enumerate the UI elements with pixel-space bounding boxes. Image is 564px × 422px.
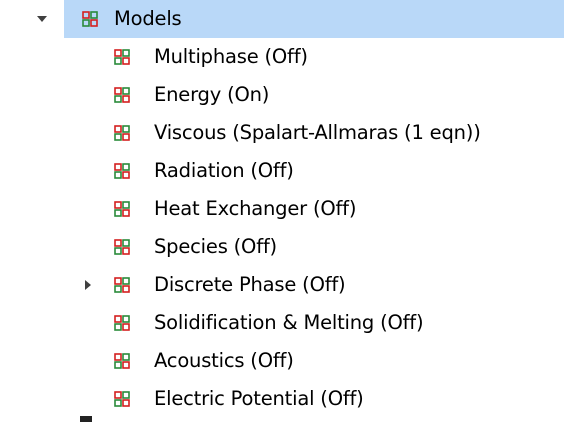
model-group-icon: [82, 11, 98, 27]
tree-item-label: Species (Off): [154, 235, 277, 258]
model-icon: [114, 391, 130, 407]
tree-item-label: Viscous (Spalart-Allmaras (1 eqn)): [154, 121, 481, 144]
tree-item-label: Discrete Phase (Off): [154, 273, 346, 296]
tree-item-label: Electric Potential (Off): [154, 387, 364, 410]
model-icon: [114, 239, 130, 255]
tree-item-acoustics[interactable]: Acoustics (Off): [110, 342, 564, 380]
model-icon: [114, 201, 130, 217]
tree-item-label: Radiation (Off): [154, 159, 294, 182]
model-icon: [114, 277, 130, 293]
model-icon: [114, 163, 130, 179]
model-icon: [114, 49, 130, 65]
tree-item-solidification-melting[interactable]: Solidification & Melting (Off): [110, 304, 564, 342]
tree-item-label: Solidification & Melting (Off): [154, 311, 424, 334]
tree-item-label: Heat Exchanger (Off): [154, 197, 357, 220]
tree-item-label: Energy (On): [154, 83, 270, 106]
tree-item-multiphase[interactable]: Multiphase (Off): [110, 38, 564, 76]
tree-item-electric-potential[interactable]: Electric Potential (Off): [110, 380, 564, 418]
tree-item-models[interactable]: Models: [37, 0, 564, 38]
tree-item-energy[interactable]: Energy (On): [110, 76, 564, 114]
tree-item-label: Models: [114, 7, 182, 30]
tree-item-label: Acoustics (Off): [154, 349, 294, 372]
tree-item-heat-exchanger[interactable]: Heat Exchanger (Off): [110, 190, 564, 228]
model-icon: [114, 125, 130, 141]
model-icon: [114, 315, 130, 331]
model-icon: [114, 87, 130, 103]
tree-item-discrete-phase[interactable]: Discrete Phase (Off): [85, 266, 564, 304]
tree-item-label: Multiphase (Off): [154, 45, 308, 68]
tree-item-radiation[interactable]: Radiation (Off): [110, 152, 564, 190]
expand-arrow-icon[interactable]: [80, 266, 96, 304]
next-tree-item-icon: [80, 416, 92, 422]
tree-item-species[interactable]: Species (Off): [110, 228, 564, 266]
collapse-arrow-icon[interactable]: [34, 0, 50, 38]
models-tree: Models Multiphase (Off) Energy (On) Visc…: [0, 0, 564, 422]
tree-item-viscous[interactable]: Viscous (Spalart-Allmaras (1 eqn)): [110, 114, 564, 152]
model-icon: [114, 353, 130, 369]
